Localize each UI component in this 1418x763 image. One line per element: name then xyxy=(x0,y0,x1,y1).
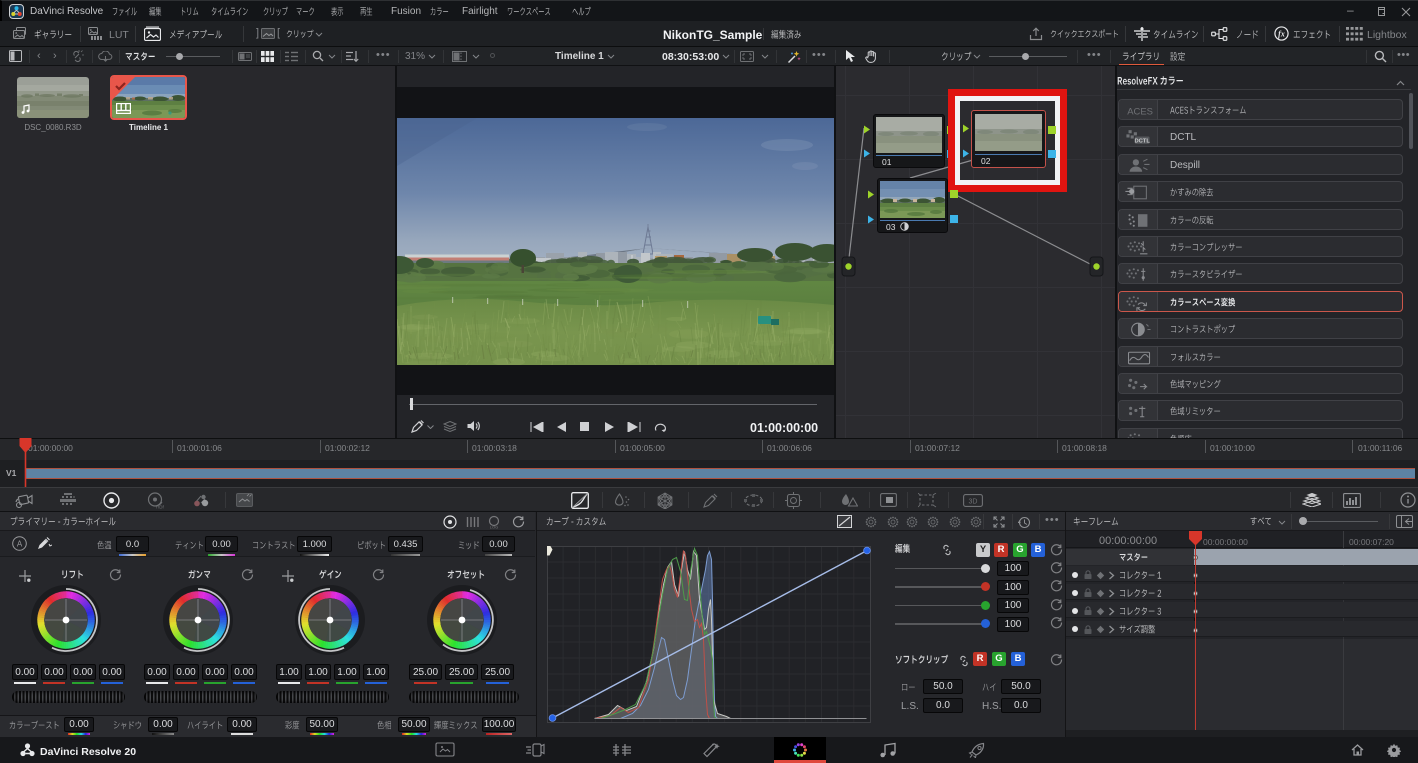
svg-text:ACES: ACES xyxy=(1127,107,1153,118)
svg-text:DCTL: DCTL xyxy=(1134,139,1150,145)
svg-text:HDR: HDR xyxy=(156,505,164,510)
svg-text:A: A xyxy=(17,540,23,549)
svg-text:fx: fx xyxy=(1278,29,1285,38)
svg-text:3D: 3D xyxy=(969,499,978,506)
svg-text:LOG: LOG xyxy=(490,525,498,530)
